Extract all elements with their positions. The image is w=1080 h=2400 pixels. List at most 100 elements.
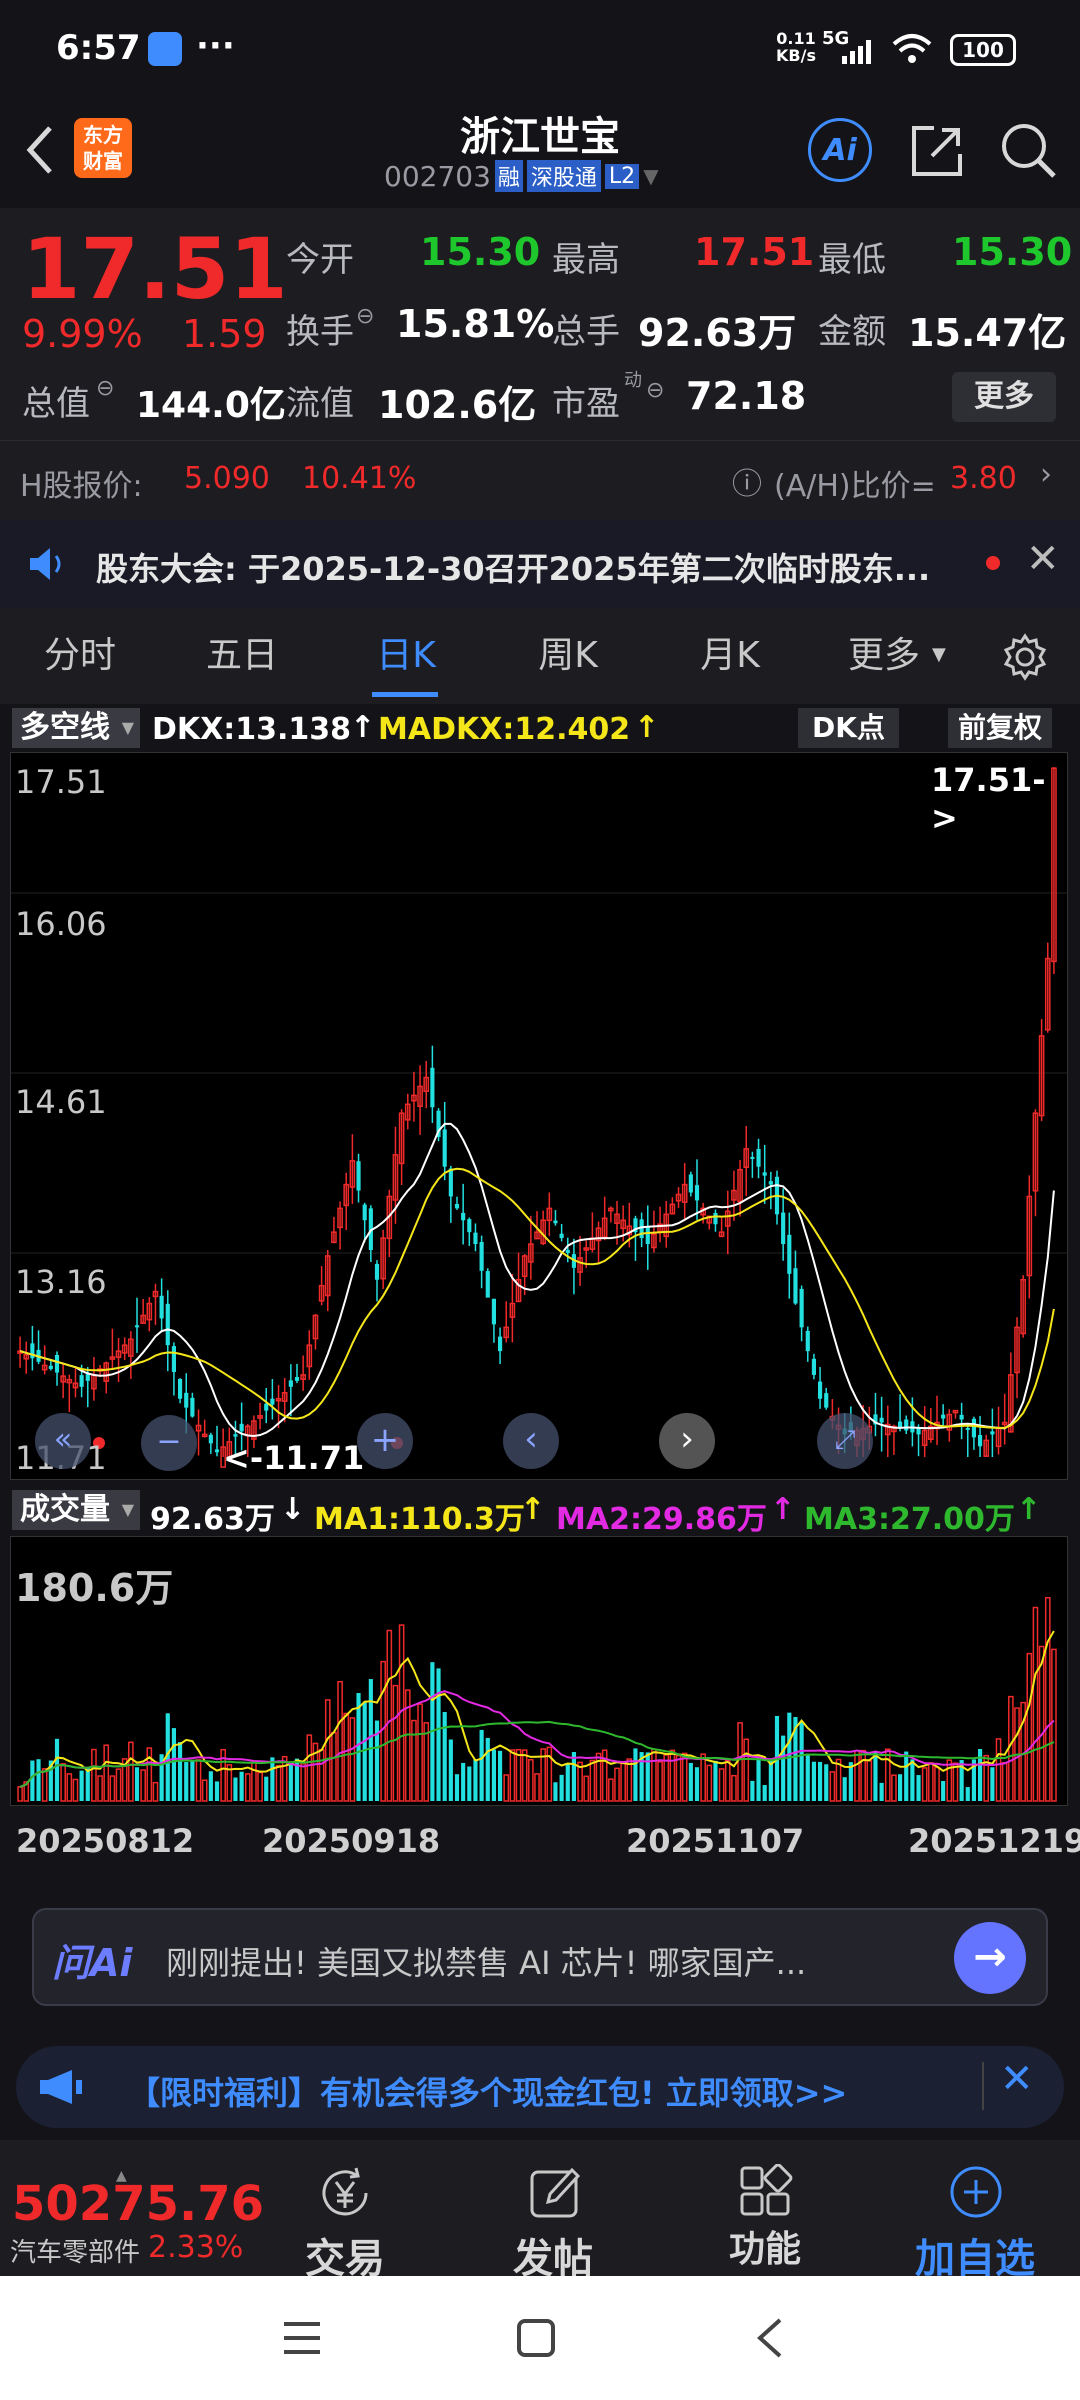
prev-candle-icon[interactable]: ‹ — [503, 1413, 559, 1469]
notice-bar[interactable]: 股东大会: 于2025-12-30召开2025年第二次临时股东... ✕ — [0, 520, 1080, 608]
volume-bar — [368, 1679, 373, 1801]
close-icon[interactable]: ✕ — [1000, 2056, 1034, 2102]
volume-chart[interactable]: 180.6万 — [10, 1536, 1068, 1806]
tab-five-day[interactable]: 五日 — [182, 608, 302, 704]
volume-bar — [934, 1766, 940, 1802]
more-quote-button[interactable]: 更多 — [952, 372, 1056, 422]
open-label: 今开 — [286, 240, 354, 280]
h-share-percent: 10.41% — [302, 461, 417, 496]
last-price: 17.51 — [22, 220, 288, 318]
volume-bar — [152, 1781, 159, 1802]
tab-active-indicator — [372, 692, 438, 697]
candle-body — [959, 1414, 964, 1420]
tab-intraday[interactable]: 分时 — [20, 608, 140, 704]
volume-bar — [448, 1739, 453, 1801]
search-icon[interactable] — [998, 120, 1058, 180]
kline-chart[interactable]: 17.51 16.06 14.61 13.16 11.71 17.51-> <-… — [10, 752, 1068, 1480]
dk-point-button[interactable]: DK点 — [798, 708, 899, 748]
close-icon[interactable]: ✕ — [1026, 536, 1060, 582]
volume-bar — [854, 1749, 860, 1802]
rewind-icon[interactable]: « — [35, 1413, 91, 1469]
share-icon[interactable] — [908, 122, 966, 180]
volume-bar — [214, 1781, 220, 1801]
menu-icon[interactable] — [280, 2318, 324, 2358]
volume-bar — [479, 1729, 484, 1801]
candle-body — [473, 1232, 478, 1245]
volume-bar — [128, 1741, 134, 1802]
adjust-button[interactable]: 前复权 — [948, 708, 1053, 748]
help-icon[interactable]: ⓘ — [732, 459, 762, 503]
candle-body — [134, 1325, 140, 1328]
candle-body — [781, 1212, 786, 1245]
function-button[interactable]: 功能 — [700, 2220, 830, 2272]
volume-label: 总手 — [552, 312, 620, 352]
pe-value: 72.18 — [686, 374, 807, 418]
volume-bar — [713, 1760, 718, 1801]
volume-bar — [411, 1719, 417, 1802]
volume-bar — [442, 1712, 447, 1801]
candle-body — [787, 1234, 792, 1274]
expand-icon[interactable]: ⤢ — [817, 1413, 873, 1469]
stock-header: 东方 财富 浙江世宝 002703 融 深股通 L2 ▼ Ai — [0, 100, 1080, 208]
settings-gear-icon[interactable] — [1000, 632, 1050, 682]
caret-down-icon[interactable]: ▼ — [643, 164, 658, 188]
info-icon[interactable]: ⊖ — [96, 376, 114, 401]
volume-bar — [79, 1770, 84, 1801]
h-share-row[interactable]: H股报价: 5.090 10.41% ⓘ (A/H)比价= 3.80 › — [0, 440, 1080, 520]
wifi-icon — [892, 34, 932, 63]
home-icon[interactable] — [514, 2316, 558, 2360]
tab-monthly-k[interactable]: 月K — [670, 608, 790, 704]
candle-body — [639, 1219, 644, 1239]
candle-body — [48, 1365, 53, 1369]
up-arrow-icon: ↑ — [350, 710, 376, 745]
volume-bar — [528, 1759, 534, 1802]
badge-shengutong: 深股通 — [526, 160, 601, 192]
ask-ai-bar[interactable]: 问Ai 刚刚提出! 美国又拟禁售 AI 芯片! 哪家国产... → — [32, 1908, 1048, 2006]
index-value[interactable]: 50275.76 — [12, 2176, 264, 2232]
promo-banner[interactable]: 【限时福利】有机会得多个现金红包! 立即领取>> ✕ — [16, 2046, 1064, 2128]
tab-daily-k[interactable]: 日K — [346, 608, 466, 704]
volume-bar — [491, 1749, 496, 1801]
speaker-icon — [30, 548, 61, 580]
promo-text: 【限时福利】有机会得多个现金红包! 立即领取>> — [128, 2074, 848, 2112]
volume-bar — [910, 1759, 915, 1801]
arrow-right-icon[interactable]: → — [954, 1922, 1026, 1994]
candle-body — [467, 1219, 472, 1233]
next-candle-icon[interactable]: › — [659, 1413, 715, 1469]
pe-superscript: 动 — [624, 370, 642, 391]
change-amount: 1.59 — [182, 312, 267, 356]
zoom-in-icon[interactable]: + — [357, 1413, 413, 1469]
candle-body — [430, 1067, 435, 1108]
candle-body — [762, 1172, 767, 1176]
candle-body — [756, 1148, 761, 1167]
volume-bar — [718, 1768, 725, 1802]
unread-dot — [986, 556, 1000, 570]
y-axis-label-2: 16.06 — [15, 905, 107, 943]
volume-bar — [190, 1760, 195, 1801]
volume-bar — [626, 1758, 633, 1802]
tab-weekly-k[interactable]: 周K — [508, 608, 628, 704]
volume-bar — [577, 1761, 583, 1802]
ask-ai-text: 刚刚提出! 美国又拟禁售 AI 芯片! 哪家国产... — [166, 1944, 807, 1982]
info-icon[interactable]: ⊖ — [646, 378, 664, 403]
info-icon[interactable]: ⊖ — [356, 304, 374, 329]
candle-body — [159, 1295, 164, 1319]
tab-more[interactable]: 更多 — [834, 608, 934, 704]
volume-bar — [762, 1785, 767, 1801]
volume-bar — [288, 1763, 293, 1801]
volume-bar — [503, 1774, 510, 1802]
volume-bar — [633, 1748, 638, 1801]
mktcap-label: 总值 — [22, 384, 90, 424]
ai-assistant-button[interactable]: Ai — [808, 118, 872, 182]
indicator-bar: 多空线 ▼ DKX:13.138 ↑ MADKX:12.402 ↑ DK点 前复… — [0, 704, 1080, 752]
system-navigation-bar — [0, 2276, 1080, 2400]
volume-bar — [171, 1728, 176, 1801]
volume-bar — [731, 1774, 737, 1802]
back-nav-icon[interactable] — [752, 2314, 788, 2362]
y-axis-label-4: 13.16 — [15, 1263, 107, 1301]
indicator-selector[interactable]: 多空线 ▼ — [12, 708, 140, 748]
zoom-out-icon[interactable]: − — [141, 1415, 197, 1471]
volume-selector[interactable]: 成交量 ▼ — [12, 1490, 140, 1530]
low-label: 最低 — [818, 240, 886, 280]
volume-bar — [362, 1702, 367, 1801]
